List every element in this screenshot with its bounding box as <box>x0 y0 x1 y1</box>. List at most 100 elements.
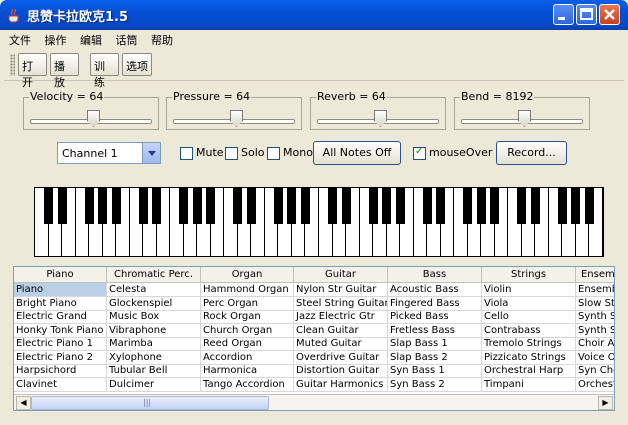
all-notes-off-button[interactable]: All Notes Off <box>313 141 401 165</box>
train-button[interactable]: 训练 <box>90 53 119 89</box>
menu-edit[interactable]: 编辑 <box>75 31 107 49</box>
velocity-thumb[interactable] <box>87 110 100 127</box>
piano-keyboard[interactable] <box>34 187 604 257</box>
table-cell[interactable]: Orchestral Harp <box>482 364 576 378</box>
table-cell[interactable]: Choir Aahs <box>576 337 614 351</box>
mute-box[interactable] <box>180 147 193 160</box>
toolbar-grip[interactable] <box>10 54 15 76</box>
column-header[interactable]: Chromatic Perc. <box>107 267 201 282</box>
table-cell[interactable]: Glockenspiel <box>107 296 201 311</box>
table-cell[interactable]: Cello <box>482 310 576 324</box>
table-cell[interactable]: Perc Organ <box>201 296 294 311</box>
table-cell[interactable]: Syn Bass 2 <box>388 377 482 392</box>
mono-box[interactable] <box>267 147 280 160</box>
table-row[interactable]: Harpsichord Tubular Bell Harmonica Distorti… <box>14 364 614 378</box>
black-key[interactable] <box>584 188 594 224</box>
table-cell[interactable]: Tango Accordion <box>201 377 294 392</box>
table-cell[interactable]: Synth Strings <box>576 324 614 338</box>
table-cell[interactable]: Distortion Guitar <box>294 364 388 378</box>
table-cell[interactable]: Harpsichord <box>14 364 107 378</box>
black-key[interactable] <box>490 188 500 224</box>
maximize-button[interactable] <box>576 4 597 25</box>
scroll-right-icon[interactable]: ▶ <box>598 396 613 410</box>
black-key[interactable] <box>233 188 243 224</box>
table-cell[interactable]: Orchestra Hit <box>576 378 614 392</box>
black-key[interactable] <box>179 188 189 224</box>
menu-file[interactable]: 文件 <box>4 31 36 49</box>
table-cell[interactable]: Dulcimer <box>107 377 201 392</box>
table-cell[interactable]: Piano <box>14 283 107 297</box>
black-key[interactable] <box>44 188 54 224</box>
column-header[interactable]: Bass <box>388 267 482 282</box>
reverb-thumb[interactable] <box>374 110 387 127</box>
black-key[interactable] <box>341 188 351 224</box>
open-button[interactable]: 打开 <box>18 53 47 89</box>
table-cell[interactable]: Guitar Harmonics <box>294 377 388 392</box>
table-cell[interactable]: Hammond Organ <box>201 283 294 297</box>
close-button[interactable] <box>599 4 620 25</box>
black-key[interactable] <box>571 188 581 224</box>
table-cell[interactable]: Muted Guitar <box>294 337 388 351</box>
scroll-thumb[interactable]: ||| <box>31 396 269 410</box>
channel-select[interactable]: Channel 1 <box>57 142 161 164</box>
options-button[interactable]: 选项 <box>122 53 152 76</box>
black-key[interactable] <box>436 188 446 224</box>
column-header[interactable]: Organ <box>201 267 294 282</box>
horizontal-scrollbar[interactable]: ◀ ||| ▶ <box>14 394 614 410</box>
table-cell[interactable]: Accordion <box>201 350 294 365</box>
table-row[interactable]: Bright Piano Glockenspiel Perc Organ Steel … <box>14 296 614 311</box>
table-cell[interactable]: Celesta <box>107 283 201 297</box>
black-key[interactable] <box>300 188 310 224</box>
table-row[interactable]: Clavinet Dulcimer Tango Accordion Guitar Ha… <box>14 377 614 392</box>
table-cell[interactable]: Honky Tonk Piano <box>14 323 107 338</box>
table-row[interactable]: Piano Celesta Hammond Organ Nylon Str Guita… <box>14 283 614 297</box>
table-cell[interactable]: Clavinet <box>14 377 107 392</box>
table-cell[interactable]: Xylophone <box>107 350 201 365</box>
black-key[interactable] <box>98 188 108 224</box>
table-cell[interactable]: Vibraphone <box>107 323 201 338</box>
black-key[interactable] <box>328 188 338 224</box>
black-key[interactable] <box>463 188 473 224</box>
table-cell[interactable]: Syn Bass 1 <box>388 364 482 378</box>
table-cell[interactable]: Contrabass <box>482 323 576 338</box>
solo-box[interactable] <box>225 147 238 160</box>
table-row[interactable]: Electric Grand Music Box Rock Organ Jazz El… <box>14 310 614 324</box>
black-key[interactable] <box>382 188 392 224</box>
table-cell[interactable]: Reed Organ <box>201 337 294 351</box>
column-header[interactable]: Piano <box>14 267 107 282</box>
table-row[interactable]: Electric Piano 1 Marimba Reed Organ Muted G… <box>14 337 614 351</box>
black-key[interactable] <box>422 188 432 224</box>
black-key[interactable] <box>517 188 527 224</box>
table-cell[interactable]: Marimba <box>107 337 201 351</box>
black-key[interactable] <box>368 188 378 224</box>
table-cell[interactable]: Picked Bass <box>388 310 482 324</box>
scroll-left-icon[interactable]: ◀ <box>16 396 31 410</box>
table-cell[interactable]: Timpani <box>482 377 576 392</box>
black-key[interactable] <box>57 188 67 224</box>
table-cell[interactable]: Overdrive Guitar <box>294 350 388 365</box>
black-key[interactable] <box>246 188 256 224</box>
table-row[interactable]: Electric Piano 2 Xylophone Accordion Overdr… <box>14 350 614 365</box>
menu-operate[interactable]: 操作 <box>40 31 72 49</box>
table-cell[interactable]: Tubular Bell <box>107 364 201 378</box>
play-button[interactable]: 播放 <box>50 53 79 89</box>
menu-microphone[interactable]: 话筒 <box>111 31 143 49</box>
table-cell[interactable]: Electric Piano 2 <box>14 350 107 365</box>
menu-help[interactable]: 帮助 <box>146 31 178 49</box>
chevron-down-icon[interactable] <box>142 143 160 163</box>
table-cell[interactable]: Steel String Guitar <box>294 296 388 311</box>
table-cell[interactable]: Clean Guitar <box>294 323 388 338</box>
table-cell[interactable]: Syn Choir <box>576 364 614 378</box>
mouseover-box[interactable] <box>413 146 426 160</box>
table-cell[interactable]: Electric Piano 1 <box>14 337 107 351</box>
table-cell[interactable]: Slap Bass 1 <box>388 337 482 351</box>
black-key[interactable] <box>287 188 297 224</box>
table-cell[interactable]: Voice Oohs <box>576 351 614 365</box>
table-cell[interactable]: Nylon Str Guitar <box>294 283 388 297</box>
black-key[interactable] <box>395 188 405 224</box>
column-header[interactable]: Guitar <box>294 267 388 282</box>
table-cell[interactable]: Rock Organ <box>201 310 294 324</box>
black-key[interactable] <box>530 188 540 224</box>
pressure-thumb[interactable] <box>230 110 243 127</box>
table-cell[interactable]: Violin <box>482 283 576 297</box>
